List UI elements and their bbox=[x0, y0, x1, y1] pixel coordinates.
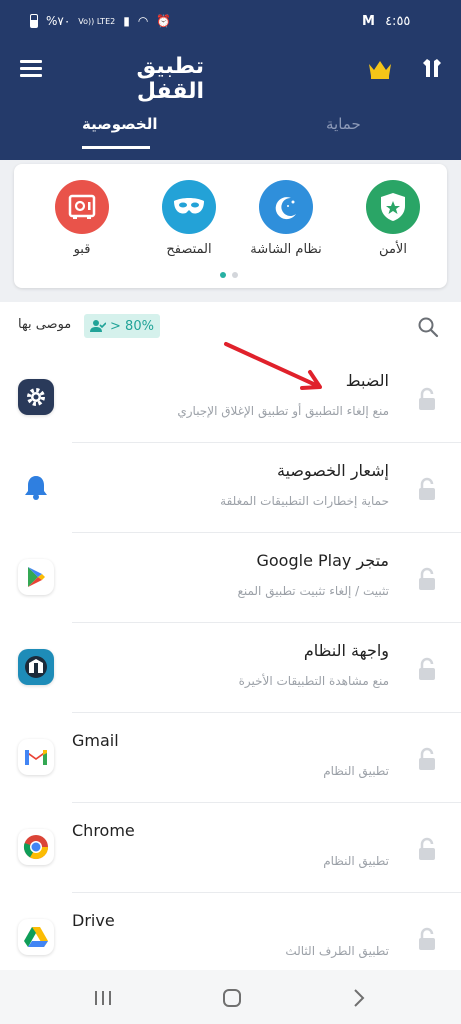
app-title: Chrome bbox=[72, 821, 135, 840]
app-title: إشعار الخصوصية bbox=[276, 461, 389, 480]
app-title: واجهة النظام bbox=[303, 641, 389, 660]
feature-label: المتصفح bbox=[166, 242, 212, 257]
theme-shirt-icon[interactable] bbox=[420, 56, 444, 80]
unlocked-lock-icon[interactable] bbox=[416, 657, 438, 681]
list-item-play-store[interactable]: متجر Google Play تثبيت / إلغاء تثبيت تطب… bbox=[0, 533, 461, 623]
unlocked-lock-icon[interactable] bbox=[416, 477, 438, 501]
gmail-icon bbox=[18, 739, 54, 775]
play-store-icon bbox=[18, 559, 54, 595]
feature-card: الأمن نظام الشاشة المتصفح قبو bbox=[14, 164, 447, 288]
app-subtitle: منع مشاهدة التطبيقات الأخيرة bbox=[238, 674, 389, 688]
tab-protection[interactable]: حماية bbox=[326, 115, 361, 133]
home-icon[interactable] bbox=[223, 989, 241, 1007]
mask-icon bbox=[162, 180, 216, 234]
system-nav-bar bbox=[0, 970, 461, 1024]
unlocked-lock-icon[interactable] bbox=[416, 747, 438, 771]
feature-vault[interactable]: قبو bbox=[32, 180, 132, 257]
app-subtitle: تثبيت / إلغاء تثبيت تطبيق المنع bbox=[237, 584, 389, 598]
badge-text: > 80% bbox=[110, 318, 154, 334]
annotation-arrow bbox=[224, 342, 322, 390]
app-title: Gmail bbox=[72, 731, 119, 750]
recommended-label: موصى بها bbox=[18, 317, 72, 332]
system-ui-icon bbox=[18, 649, 54, 685]
unlocked-lock-icon[interactable] bbox=[416, 837, 438, 861]
status-time-group: M ٤:٥٥ bbox=[362, 14, 410, 29]
page-dot-active bbox=[220, 272, 226, 278]
wifi-icon: ◠ bbox=[137, 14, 149, 28]
recent-apps-icon[interactable] bbox=[94, 990, 112, 1006]
app-header: %٧٠ Vo)) LTE2 ▮ ◠ ⏰ M ٤:٥٥ تطبيق القفل ح… bbox=[0, 0, 461, 160]
app-title: متجر Google Play bbox=[256, 551, 389, 570]
alarm-icon: ⏰ bbox=[156, 14, 172, 28]
app-title: الضبط bbox=[345, 371, 389, 390]
app-subtitle: منع إلغاء التطبيق أو تطبيق الإغلاق الإجب… bbox=[177, 404, 389, 418]
app-subtitle: تطبيق النظام bbox=[323, 764, 389, 778]
feature-label: الأمن bbox=[379, 242, 407, 257]
bell-icon bbox=[18, 469, 54, 505]
network-label: Vo)) LTE2 bbox=[78, 16, 116, 26]
active-tab-indicator bbox=[82, 146, 150, 149]
list-item-privacy-notification[interactable]: إشعار الخصوصية حماية إخطارات التطبيقات ا… bbox=[0, 443, 461, 533]
battery-icon bbox=[30, 14, 38, 28]
tab-privacy[interactable]: الخصوصية bbox=[82, 115, 157, 133]
app-title: Drive bbox=[72, 911, 115, 930]
list-item-system-ui[interactable]: واجهة النظام منع مشاهدة التطبيقات الأخير… bbox=[0, 623, 461, 713]
app-subtitle: تطبيق الطرف الثالث bbox=[285, 944, 389, 958]
list-item-chrome[interactable]: Chrome تطبيق النظام bbox=[0, 803, 461, 893]
clock: ٤:٥٥ bbox=[385, 14, 411, 29]
drive-icon bbox=[18, 919, 54, 955]
page-indicator bbox=[220, 272, 238, 278]
unlocked-lock-icon[interactable] bbox=[416, 387, 438, 411]
settings-gear-icon bbox=[18, 379, 54, 415]
battery-level: %٧٠ bbox=[46, 14, 71, 28]
user-check-icon bbox=[90, 320, 107, 332]
chrome-icon bbox=[18, 829, 54, 865]
moon-stars-icon bbox=[259, 180, 313, 234]
status-bar: %٧٠ Vo)) LTE2 ▮ ◠ ⏰ M ٤:٥٥ bbox=[0, 12, 461, 36]
feature-label: نظام الشاشة bbox=[250, 242, 322, 257]
list-item-gmail[interactable]: Gmail تطبيق النظام bbox=[0, 713, 461, 803]
unlocked-lock-icon[interactable] bbox=[416, 567, 438, 591]
app-bar: تطبيق القفل bbox=[0, 48, 461, 104]
feature-screen-system[interactable]: نظام الشاشة bbox=[236, 180, 336, 257]
crown-icon[interactable] bbox=[367, 58, 393, 80]
recommend-badge: > 80% bbox=[84, 314, 160, 338]
app-list: الضبط منع إلغاء التطبيق أو تطبيق الإغلاق… bbox=[0, 353, 461, 983]
gmail-notification-icon: M bbox=[362, 14, 375, 29]
feature-security[interactable]: الأمن bbox=[343, 180, 443, 257]
feature-label: قبو bbox=[73, 242, 91, 257]
status-left-group: %٧٠ Vo)) LTE2 ▮ ◠ ⏰ bbox=[30, 14, 171, 28]
vault-icon bbox=[55, 180, 109, 234]
signal-icon: ▮ bbox=[123, 14, 130, 28]
tab-bar: حماية الخصوصية bbox=[0, 112, 461, 160]
unlocked-lock-icon[interactable] bbox=[416, 927, 438, 951]
app-title: تطبيق القفل bbox=[136, 54, 204, 104]
menu-icon[interactable] bbox=[20, 60, 42, 78]
feature-browser[interactable]: المتصفح bbox=[139, 180, 239, 257]
search-icon[interactable] bbox=[417, 316, 439, 338]
back-icon[interactable] bbox=[352, 988, 366, 1008]
shield-star-icon bbox=[366, 180, 420, 234]
app-subtitle: حماية إخطارات التطبيقات المغلقة bbox=[220, 494, 389, 508]
app-subtitle: تطبيق النظام bbox=[323, 854, 389, 868]
page-dot bbox=[232, 272, 238, 278]
